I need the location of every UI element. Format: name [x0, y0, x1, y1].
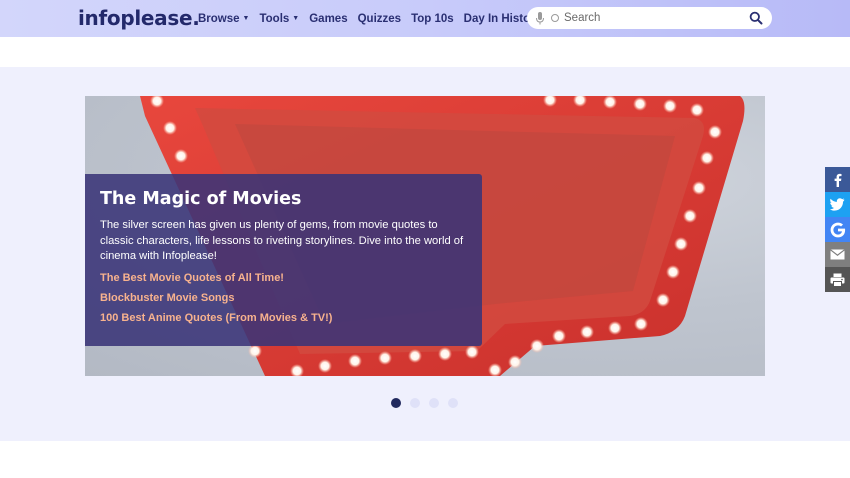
hero-slide-image[interactable]: The Magic of Movies The silver screen ha…: [85, 96, 765, 376]
nav-top-10s[interactable]: Top 10s: [411, 13, 454, 25]
hero-card: The Magic of Movies The silver screen ha…: [85, 174, 482, 346]
nav-quizzes-label: Quizzes: [357, 12, 402, 25]
hero-link-anime-quotes[interactable]: 100 Best Anime Quotes (From Movies & TV!…: [100, 312, 467, 325]
nav-tools[interactable]: Tools ▼: [259, 13, 299, 25]
site-header: infoplease. Browse ▼ Tools ▼ Games Quizz…: [0, 0, 850, 37]
search-input[interactable]: [564, 12, 744, 24]
site-logo[interactable]: infoplease.: [78, 6, 200, 30]
share-facebook-button[interactable]: [825, 167, 850, 192]
carousel-dot-4[interactable]: [448, 398, 458, 408]
nav-quizzes[interactable]: Quizzes: [358, 13, 401, 25]
carousel-dot-1[interactable]: [391, 398, 401, 408]
chevron-down-icon: ▼: [292, 15, 300, 22]
google-icon: [830, 222, 845, 237]
nav-top-10s-label: Top 10s: [411, 12, 454, 25]
radio-circle-icon: [551, 14, 559, 22]
share-bar: [825, 167, 850, 292]
microphone-icon[interactable]: [535, 11, 545, 25]
hero-link-movie-songs[interactable]: Blockbuster Movie Songs: [100, 292, 467, 305]
share-email-button[interactable]: [825, 242, 850, 267]
twitter-icon: [830, 198, 845, 211]
logo-text: infoplease: [78, 6, 193, 30]
main-nav: Browse ▼ Tools ▼ Games Quizzes Top 10s D…: [198, 0, 551, 37]
share-google-button[interactable]: [825, 217, 850, 242]
print-icon: [830, 273, 845, 287]
email-icon: [830, 249, 845, 260]
share-print-button[interactable]: [825, 267, 850, 292]
hero-section: The Magic of Movies The silver screen ha…: [0, 67, 850, 441]
carousel-dots: [391, 398, 467, 408]
carousel-dot-3[interactable]: [429, 398, 439, 408]
share-twitter-button[interactable]: [825, 192, 850, 217]
nav-tools-label: Tools: [259, 12, 290, 25]
nav-browse-label: Browse: [198, 12, 240, 25]
nav-games-label: Games: [309, 12, 348, 25]
nav-browse[interactable]: Browse ▼: [198, 13, 249, 25]
hero-description: The silver screen has given us plenty of…: [100, 219, 464, 262]
hero-title: The Magic of Movies: [100, 189, 302, 209]
chevron-down-icon: ▼: [242, 15, 250, 22]
search-icon[interactable]: [749, 11, 763, 25]
carousel-dot-2[interactable]: [410, 398, 420, 408]
facebook-icon: [834, 173, 841, 187]
nav-games[interactable]: Games: [309, 13, 347, 25]
hero-link-movie-quotes[interactable]: The Best Movie Quotes of All Time!: [100, 272, 467, 285]
search-bar: [527, 7, 772, 29]
